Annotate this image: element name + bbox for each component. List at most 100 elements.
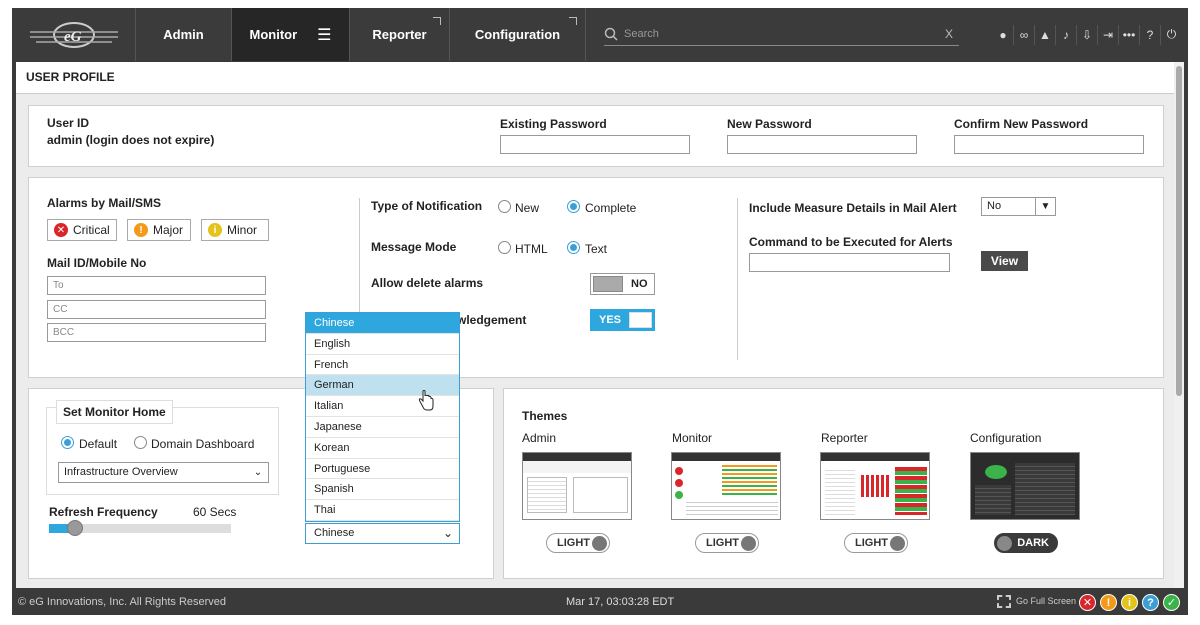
theme-reporter-toggle[interactable]: LIGHT — [844, 533, 908, 553]
command-label: Command to be Executed for Alerts — [749, 235, 953, 249]
fullscreen-button[interactable]: Go Full Screen — [1016, 596, 1076, 606]
major-status-icon[interactable]: ! — [1100, 594, 1117, 611]
tab-admin[interactable]: Admin — [136, 8, 232, 61]
minor-button[interactable]: i Minor — [201, 219, 269, 241]
vertical-scrollbar[interactable] — [1174, 62, 1184, 588]
view-button[interactable]: View — [981, 251, 1028, 271]
hand-cursor-icon — [418, 390, 434, 411]
language-option-french[interactable]: French — [306, 355, 459, 376]
major-icon: ! — [134, 223, 148, 237]
tab-reporter[interactable]: Reporter — [350, 8, 450, 61]
radio-html-label: HTML — [515, 242, 548, 256]
radio-domain-dashboard-label: Domain Dashboard — [151, 437, 255, 451]
external-link-icon — [569, 17, 577, 25]
theme-admin-toggle[interactable]: LIGHT — [546, 533, 610, 553]
radio-default[interactable] — [61, 436, 74, 449]
scrollbar-thumb[interactable] — [1176, 66, 1182, 396]
critical-status-icon[interactable]: ✕ — [1079, 594, 1096, 611]
language-select[interactable]: Chinese ⌄ — [305, 523, 460, 544]
theme-configuration-label: Configuration — [970, 431, 1042, 445]
fullscreen-icon[interactable] — [997, 595, 1011, 608]
link-icon[interactable]: ∞ — [1014, 24, 1035, 45]
theme-configuration-toggle[interactable]: DARK — [994, 533, 1058, 553]
confirm-password-label: Confirm New Password — [954, 117, 1089, 131]
toggle-knob — [890, 536, 905, 551]
to-field[interactable]: To — [47, 276, 266, 295]
language-dropdown-list: Chinese English French German Italian Japanes… — [305, 312, 460, 522]
new-password-label: New Password — [727, 117, 812, 131]
major-button[interactable]: ! Major — [127, 219, 191, 241]
hamburger-menu-icon[interactable]: ☰ — [317, 25, 331, 45]
radio-html[interactable] — [498, 241, 511, 254]
language-option-korean[interactable]: Korean — [306, 438, 459, 459]
language-option-german[interactable]: German — [306, 375, 459, 397]
existing-password-label: Existing Password — [500, 117, 607, 131]
theme-configuration-preview[interactable] — [970, 452, 1080, 520]
refresh-slider-handle[interactable] — [67, 520, 84, 536]
power-icon[interactable]: ⏻ — [1161, 25, 1182, 45]
eg-logo[interactable]: eG — [12, 8, 136, 61]
alert-icon[interactable]: ▲ — [1035, 24, 1056, 45]
language-option-spanish[interactable]: Spanish — [306, 479, 459, 501]
bell-icon[interactable]: ♪ — [1056, 24, 1077, 45]
refresh-slider-track[interactable] — [49, 520, 231, 536]
search-input[interactable] — [618, 27, 945, 40]
message-mode-label: Message Mode — [371, 240, 457, 254]
svg-text:eG: eG — [64, 29, 82, 45]
critical-button[interactable]: ✕ Critical — [47, 219, 117, 241]
user-icon[interactable]: ● — [993, 24, 1014, 45]
tab-monitor[interactable]: Monitor ☰ — [232, 8, 350, 61]
bcc-field[interactable]: BCC — [47, 323, 266, 342]
signin-icon[interactable]: ⇥ — [1098, 24, 1119, 45]
command-field[interactable] — [749, 253, 950, 272]
radio-domain-dashboard[interactable] — [134, 436, 147, 449]
cc-field[interactable]: CC — [47, 300, 266, 319]
help-icon[interactable]: ? — [1140, 24, 1161, 45]
monitor-home-select[interactable]: Infrastructure Overview ⌄ — [58, 462, 269, 483]
footer: © eG Innovations, Inc. All Rights Reserv… — [12, 589, 1188, 615]
mail-id-label: Mail ID/Mobile No — [47, 256, 147, 270]
minor-icon: i — [208, 223, 222, 237]
acknowledgement-label: wledgement — [457, 313, 527, 327]
themes-panel: Themes Admin LIGHT Monitor LIGHT Reporte… — [503, 388, 1164, 579]
theme-reporter-mode: LIGHT — [855, 537, 888, 549]
theme-admin-label: Admin — [522, 431, 557, 445]
theme-monitor-toggle[interactable]: LIGHT — [695, 533, 759, 553]
include-measure-label: Include Measure Details in Mail Alert — [749, 201, 957, 215]
theme-monitor-preview[interactable] — [671, 452, 781, 520]
minor-label: Minor — [227, 223, 258, 237]
tab-reporter-label: Reporter — [372, 27, 427, 42]
new-password-field[interactable] — [727, 135, 917, 154]
existing-password-field[interactable] — [500, 135, 690, 154]
allow-delete-label: Allow delete alarms — [371, 276, 484, 290]
tab-configuration[interactable]: Configuration — [450, 8, 586, 61]
theme-configuration-mode: DARK — [1017, 537, 1049, 549]
radio-complete[interactable] — [567, 200, 580, 213]
more-icon[interactable]: ••• — [1119, 24, 1140, 45]
allow-delete-toggle[interactable]: NO — [590, 273, 655, 295]
language-option-english[interactable]: English — [306, 334, 459, 355]
radio-new[interactable] — [498, 200, 511, 213]
download-icon[interactable]: ⇩ — [1077, 24, 1098, 45]
toggle-grip — [593, 276, 623, 292]
critical-icon: ✕ — [54, 223, 68, 237]
top-icon-bar: ● ∞ ▲ ♪ ⇩ ⇥ ••• ? ⏻ — [993, 8, 1188, 61]
clear-search-icon[interactable]: X — [945, 27, 959, 41]
radio-text[interactable] — [567, 241, 580, 254]
language-option-thai[interactable]: Thai — [306, 500, 459, 521]
radio-complete-label: Complete — [585, 201, 637, 215]
minor-status-icon[interactable]: i — [1121, 594, 1138, 611]
theme-monitor-mode: LIGHT — [706, 537, 739, 549]
unknown-status-icon[interactable]: ? — [1142, 594, 1159, 611]
acknowledgement-toggle[interactable]: YES — [590, 309, 655, 331]
include-measure-select[interactable]: No ▼ — [981, 197, 1056, 216]
theme-admin-preview[interactable] — [522, 452, 632, 520]
chevron-down-icon: ▼ — [1035, 198, 1055, 215]
language-option-italian[interactable]: Italian — [306, 396, 459, 417]
language-option-portuguese[interactable]: Portuguese — [306, 459, 459, 480]
theme-reporter-preview[interactable] — [820, 452, 930, 520]
confirm-password-field[interactable] — [954, 135, 1144, 154]
language-option-japanese[interactable]: Japanese — [306, 417, 459, 438]
language-option-chinese[interactable]: Chinese — [306, 313, 459, 334]
normal-status-icon[interactable]: ✓ — [1163, 594, 1180, 611]
